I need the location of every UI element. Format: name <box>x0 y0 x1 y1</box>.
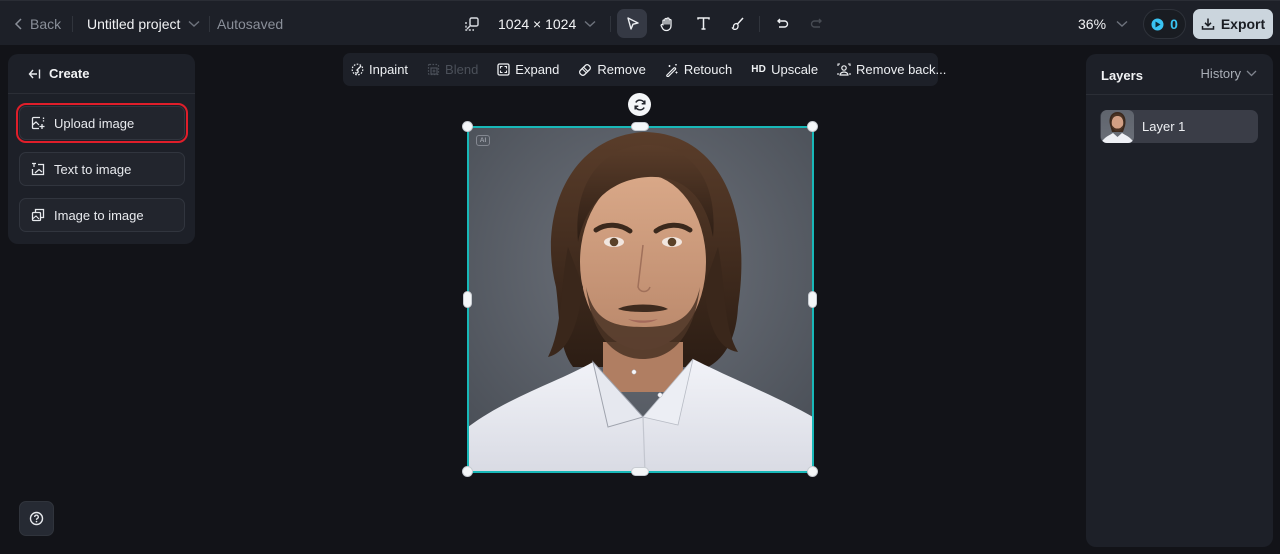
resize-handle-top-right[interactable] <box>807 121 818 132</box>
create-panel: Create Upload image Text to image Image … <box>8 54 195 244</box>
inpaint-label: Inpaint <box>369 62 409 77</box>
create-panel-header[interactable]: Create <box>8 54 195 94</box>
divider <box>72 16 73 32</box>
text-to-image-icon <box>31 162 45 176</box>
resize-handle-bottom-left[interactable] <box>462 466 473 477</box>
upscale-label: Upscale <box>771 62 819 77</box>
expand-icon <box>497 63 510 76</box>
upscale-button[interactable]: HD Upscale <box>751 62 818 77</box>
back-label: Back <box>30 15 62 32</box>
resize-handle-bottom[interactable] <box>631 467 649 476</box>
zoom-level: 36% <box>1078 15 1107 32</box>
layer-name: Layer 1 <box>1142 119 1186 134</box>
project-name: Untitled project <box>87 15 181 32</box>
undo-button[interactable] <box>767 9 797 38</box>
text-icon <box>696 16 711 31</box>
chevron-down-icon <box>188 20 200 28</box>
resize-canvas-icon[interactable] <box>464 1 480 46</box>
retouch-button[interactable]: Retouch <box>665 62 732 77</box>
help-icon <box>29 511 44 526</box>
inpaint-button[interactable]: Inpaint <box>351 62 408 77</box>
chevron-down-icon <box>1246 70 1257 77</box>
upload-image-label: Upload image <box>54 115 135 131</box>
history-label: History <box>1200 66 1241 81</box>
resize-handle-top[interactable] <box>631 122 649 131</box>
blend-icon <box>427 63 440 76</box>
eraser-icon <box>578 63 592 77</box>
rotate-handle[interactable] <box>628 93 651 116</box>
chevron-down-icon <box>1116 20 1128 28</box>
text-to-image-label: Text to image <box>54 161 132 177</box>
create-panel-title: Create <box>49 66 90 81</box>
collapse-left-icon <box>28 68 41 80</box>
hand-tool-button[interactable] <box>652 9 682 38</box>
download-icon <box>1201 17 1215 31</box>
canvas-size-dropdown[interactable]: 1024 × 1024 <box>498 1 596 46</box>
hand-icon <box>659 16 675 32</box>
text-to-image-button[interactable]: Text to image <box>19 152 185 186</box>
edit-toolbar: Inpaint Blend Expand Remove Retouch HD U… <box>343 53 946 86</box>
remove-background-icon <box>837 62 851 77</box>
export-button[interactable]: Export <box>1193 9 1273 39</box>
select-tool-button[interactable] <box>617 9 647 38</box>
canvas-image[interactable]: AI <box>468 127 813 472</box>
resize-handle-left[interactable] <box>463 291 472 308</box>
magic-wand-icon <box>665 63 679 77</box>
cursor-arrow-icon <box>625 16 640 31</box>
rotate-icon <box>633 98 647 112</box>
layer-thumbnail <box>1101 110 1134 143</box>
layers-tab[interactable]: Layers <box>1101 68 1143 83</box>
brush-tool-button[interactable] <box>722 9 752 38</box>
blend-label: Blend <box>445 62 479 77</box>
redo-button[interactable] <box>801 9 831 38</box>
divider <box>209 16 210 32</box>
image-to-image-label: Image to image <box>54 207 144 223</box>
redo-icon <box>809 16 824 31</box>
chevron-left-icon <box>14 17 24 30</box>
hd-icon: HD <box>751 64 767 75</box>
back-button[interactable]: Back <box>14 1 61 46</box>
inpaint-icon <box>351 63 364 76</box>
history-dropdown[interactable]: History <box>1201 66 1257 81</box>
chevron-down-icon <box>584 20 596 28</box>
text-tool-button[interactable] <box>688 9 718 38</box>
expand-button[interactable]: Expand <box>497 62 559 77</box>
remove-background-label: Remove back... <box>856 62 947 77</box>
credits-button[interactable]: 0 <box>1143 9 1186 39</box>
divider <box>610 16 611 32</box>
layers-panel-header: Layers History <box>1086 54 1273 95</box>
retouch-label: Retouch <box>683 62 733 77</box>
layers-panel: Layers History Layer 1 <box>1086 54 1273 547</box>
resize-handle-right[interactable] <box>808 291 817 308</box>
layer-item[interactable]: Layer 1 <box>1100 110 1258 143</box>
undo-icon <box>775 16 790 31</box>
divider <box>759 16 760 32</box>
top-bar: Back Untitled project Autosaved 1024 × 1… <box>0 0 1280 45</box>
image-to-image-icon <box>31 208 45 222</box>
resize-handle-bottom-right[interactable] <box>807 466 818 477</box>
credit-icon <box>1151 18 1164 31</box>
portrait-image <box>468 127 813 472</box>
project-name-dropdown[interactable]: Untitled project <box>87 1 200 46</box>
resize-handle-top-left[interactable] <box>462 121 473 132</box>
credits-count: 0 <box>1170 16 1178 32</box>
image-to-image-button[interactable]: Image to image <box>19 198 185 232</box>
blend-button[interactable]: Blend <box>427 62 478 77</box>
help-button[interactable] <box>19 501 54 536</box>
brush-icon <box>730 16 745 31</box>
canvas-size: 1024 × 1024 <box>498 15 577 32</box>
remove-background-button[interactable]: Remove back... <box>837 62 946 77</box>
upload-image-button[interactable]: Upload image <box>16 103 188 143</box>
expand-label: Expand <box>515 62 560 77</box>
ai-generated-badge: AI <box>476 135 490 146</box>
remove-label: Remove <box>597 62 646 77</box>
save-status: Autosaved <box>217 15 284 32</box>
upload-image-icon <box>31 116 45 130</box>
export-label: Export <box>1220 16 1266 32</box>
remove-button[interactable]: Remove <box>578 62 646 77</box>
zoom-dropdown[interactable]: 36% <box>1078 1 1128 46</box>
